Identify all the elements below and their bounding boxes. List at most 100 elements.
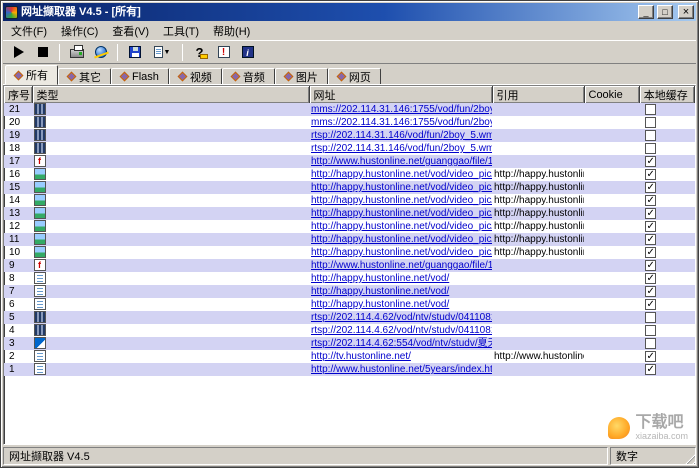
tab[interactable]: Flash [111,68,169,85]
file-type-icon [34,103,46,115]
url-link[interactable]: http://happy.hustonline.net/vod/video_pi… [311,208,492,219]
table-row[interactable]: 13 http://happy.hustonline.net/vod/video… [4,207,695,220]
url-link[interactable]: rtsp://202.114.31.146/vod/fun/2boy_5.wmv [311,143,492,154]
row-cache [639,142,694,155]
url-link[interactable]: http://www.hustonline.net/guanggao/file/… [311,260,492,271]
cache-checkbox[interactable] [645,260,656,271]
table-row[interactable]: 4 rtsp://202.114.4.62/vod/ntv/studv/0411… [4,324,695,337]
column-header[interactable]: 类型 [32,86,309,103]
menu-item[interactable]: 操作(C) [54,21,105,41]
table-row[interactable]: 17 http://www.hustonline.net/guanggao/fi… [4,155,695,168]
table-row[interactable]: 19 rtsp://202.114.31.146/vod/fun/2boy_5.… [4,129,695,142]
menu-item[interactable]: 帮助(H) [206,21,257,41]
url-link[interactable]: http://happy.hustonline.net/vod/video_pi… [311,234,492,245]
url-link[interactable]: http://happy.hustonline.net/vod/video_pi… [311,195,492,206]
cache-checkbox[interactable] [645,325,656,336]
url-link[interactable]: rtsp://202.114.31.146/vod/fun/2boy_5.wmv [311,130,492,141]
table-row[interactable]: 7 http://happy.hustonline.net/vod/ [4,285,695,298]
table-row[interactable]: 1 http://www.hustonline.net/5years/index… [4,363,695,376]
tab[interactable]: 所有 [5,65,58,85]
toolbar-separator [117,44,118,61]
copy-url-button[interactable]: ▼ [147,42,177,63]
url-link[interactable]: mms://202.114.31.146:1755/vod/fun/2boy_5… [311,104,492,115]
cache-checkbox[interactable] [645,247,656,258]
column-header[interactable]: 网址 [309,86,492,103]
url-link[interactable]: http://happy.hustonline.net/vod/video_pi… [311,182,492,193]
table-row[interactable]: 12 http://happy.hustonline.net/vod/video… [4,220,695,233]
maximize-button[interactable]: □ [657,5,673,19]
cache-checkbox[interactable] [645,169,656,180]
cache-checkbox[interactable] [645,273,656,284]
row-cookie [584,207,639,220]
url-link[interactable]: http://happy.hustonline.net/vod/video_pi… [311,221,492,232]
cache-checkbox[interactable] [645,286,656,297]
minimize-button[interactable]: _ [638,5,654,19]
cache-checkbox[interactable] [645,312,656,323]
table-row[interactable]: 9 http://www.hustonline.net/guanggao/fil… [4,259,695,272]
url-link[interactable]: http://tv.hustonline.net/ [311,351,411,362]
cache-checkbox[interactable] [645,195,656,206]
column-header[interactable]: 本地缓存 [639,86,694,103]
url-link[interactable]: mms://202.114.31.146:1755/vod/fun/2boy_5… [311,117,492,128]
cache-checkbox[interactable] [645,117,656,128]
url-link[interactable]: rtsp://202.114.4.62:554/vod/ntv/studv/夏天… [311,338,492,349]
tab[interactable]: 音频 [222,68,275,85]
table-row[interactable]: 10 http://happy.hustonline.net/vod/video… [4,246,695,259]
row-referrer [492,324,584,337]
tab[interactable]: 视频 [169,68,222,85]
url-link[interactable]: http://happy.hustonline.net/vod/video_pi… [311,247,492,258]
tab[interactable]: 其它 [58,68,111,85]
tab[interactable]: 网页 [328,68,381,85]
table-row[interactable]: 6 http://happy.hustonline.net/vod/ [4,298,695,311]
cache-checkbox[interactable] [645,351,656,362]
url-link[interactable]: http://www.hustonline.net/guanggao/file/… [311,156,492,167]
table-row[interactable]: 20 mms://202.114.31.146:1755/vod/fun/2bo… [4,116,695,129]
tab[interactable]: 图片 [275,68,328,85]
table-row[interactable]: 11 http://happy.hustonline.net/vod/video… [4,233,695,246]
close-button[interactable]: × [678,5,694,19]
toolbar-separator [59,44,60,61]
stop-capture-button[interactable] [31,42,54,63]
url-link[interactable]: http://happy.hustonline.net/vod/ [311,273,449,284]
cache-checkbox[interactable] [645,104,656,115]
about-button[interactable]: i [236,42,259,63]
cache-checkbox[interactable] [645,143,656,154]
url-link[interactable]: rtsp://202.114.4.62/vod/ntv/studv/041108… [311,325,492,336]
cache-checkbox[interactable] [645,130,656,141]
cache-checkbox[interactable] [645,208,656,219]
cache-checkbox[interactable] [645,221,656,232]
cache-checkbox[interactable] [645,299,656,310]
register-button[interactable]: ! [212,42,235,63]
cache-checkbox[interactable] [645,364,656,375]
title-bar: 网址撷取器 V4.5 - [所有] _ □ × [3,3,696,21]
url-link[interactable]: http://www.hustonline.net/5years/index.h… [311,364,492,375]
table-row[interactable]: 3 rtsp://202.114.4.62:554/vod/ntv/studv/… [4,337,695,350]
open-browser-button[interactable] [89,42,112,63]
cache-checkbox[interactable] [645,182,656,193]
menu-item[interactable]: 工具(T) [156,21,206,41]
cache-checkbox[interactable] [645,156,656,167]
table-row[interactable]: 16 http://happy.hustonline.net/vod/video… [4,168,695,181]
url-link[interactable]: http://happy.hustonline.net/vod/ [311,286,449,297]
menu-item[interactable]: 查看(V) [105,21,156,41]
column-header[interactable]: 序号 [4,86,32,103]
start-capture-button[interactable] [7,42,30,63]
url-link[interactable]: http://happy.hustonline.net/vod/video_pi… [311,169,492,180]
table-row[interactable]: 21 mms://202.114.31.146:1755/vod/fun/2bo… [4,103,695,116]
table-row[interactable]: 8 http://happy.hustonline.net/vod/ [4,272,695,285]
table-row[interactable]: 14 http://happy.hustonline.net/vod/video… [4,194,695,207]
table-row[interactable]: 2 http://tv.hustonline.net/ http://www.h… [4,350,695,363]
column-header[interactable]: 引用 [492,86,584,103]
table-row[interactable]: 15 http://happy.hustonline.net/vod/video… [4,181,695,194]
help-button[interactable]: ? [188,42,211,63]
save-list-button[interactable] [123,42,146,63]
url-link[interactable]: http://happy.hustonline.net/vod/ [311,299,449,310]
url-link[interactable]: rtsp://202.114.4.62/vod/ntv/studv/041108… [311,312,492,323]
table-row[interactable]: 5 rtsp://202.114.4.62/vod/ntv/studv/0411… [4,311,695,324]
column-header[interactable]: Cookie [584,86,639,103]
cache-checkbox[interactable] [645,234,656,245]
table-row[interactable]: 18 rtsp://202.114.31.146/vod/fun/2boy_5.… [4,142,695,155]
menu-item[interactable]: 文件(F) [4,21,54,41]
print-button[interactable] [65,42,88,63]
cache-checkbox[interactable] [645,338,656,349]
